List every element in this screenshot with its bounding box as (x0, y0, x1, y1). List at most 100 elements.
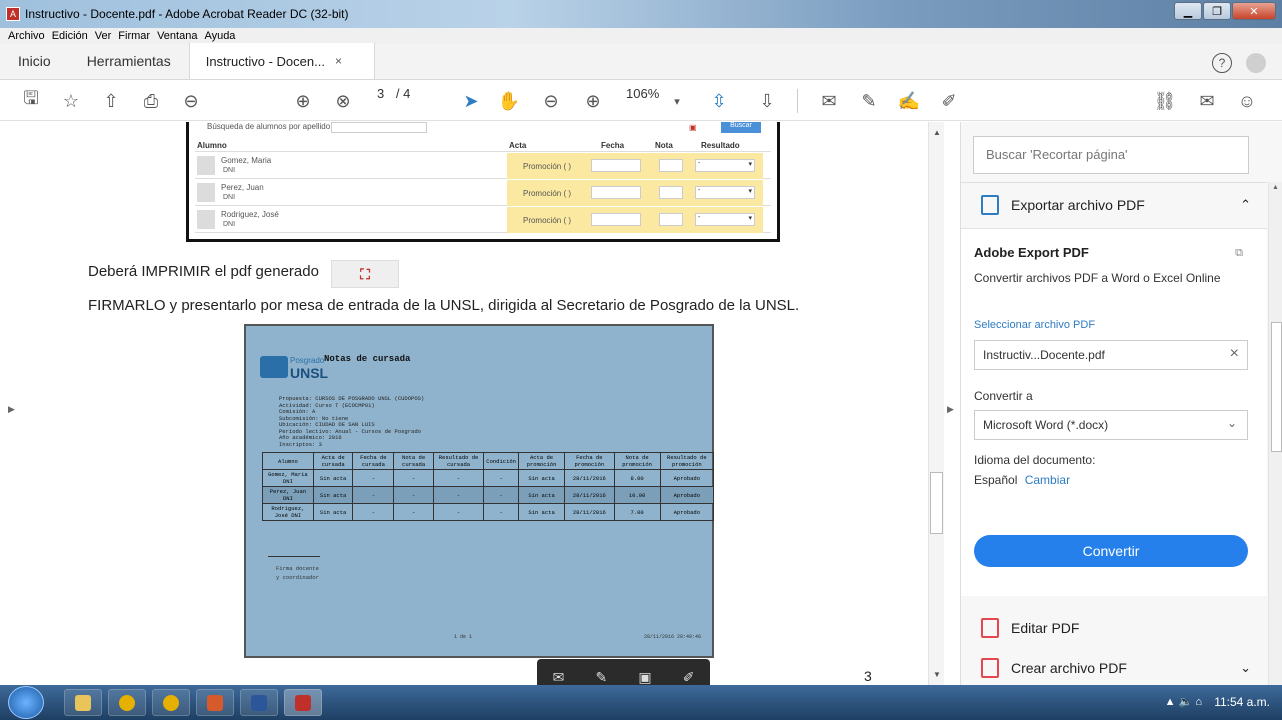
selected-file-name: Instructiv...Docente.pdf (983, 348, 1105, 362)
student-dni: DNI (223, 167, 236, 174)
fit-page-icon[interactable]: ⇳ (704, 89, 734, 113)
hand-tool-icon[interactable]: ✋ (498, 89, 520, 113)
avatar[interactable] (1246, 53, 1266, 73)
menu-bar: Archivo Edición Ver Firmar Ventana Ayuda (0, 28, 1282, 44)
clear-file-icon[interactable]: × (1230, 345, 1239, 363)
chevron-down-icon[interactable]: ⌄ (1240, 660, 1251, 676)
zoom-out-icon[interactable]: ⊖ (540, 89, 562, 113)
tab-document[interactable]: Instructivo - Docen... × (188, 43, 375, 79)
scroll-mode-icon[interactable]: ⇩ (756, 89, 778, 113)
document-scrollbar[interactable]: ▲ ▼ (928, 122, 944, 685)
pencil-icon[interactable]: ✎ (595, 669, 607, 686)
taskbar-acrobat[interactable] (284, 689, 322, 716)
taskbar-chrome-2[interactable] (152, 689, 190, 716)
report-th: Acta de cursada (312, 452, 354, 470)
convert-to-select[interactable]: Microsoft Word (*.docx) ⌄ (974, 410, 1248, 440)
comment-icon[interactable]: ✉ (553, 669, 565, 686)
change-language-link[interactable]: Cambiar (1025, 473, 1070, 487)
print-icon[interactable]: ⎙ (140, 89, 162, 113)
fill-sign-icon[interactable]: ✐ (938, 89, 960, 113)
menu-ayuda[interactable]: Ayuda (204, 30, 235, 42)
close-window-button[interactable]: ✕ (1232, 2, 1276, 20)
start-button[interactable] (8, 686, 44, 719)
edit-pdf-tool[interactable]: Editar PDF (961, 608, 1267, 648)
help-icon[interactable]: ? (1212, 53, 1232, 73)
acrobat-icon (295, 694, 311, 711)
nota-cell (649, 153, 691, 179)
system-tray-icons[interactable]: ▲ 🔈 ⌂ (1165, 695, 1202, 708)
report-td: Rodriguez, José DNI (262, 503, 314, 521)
tools-search-input[interactable]: Buscar 'Recortar página' (973, 136, 1249, 174)
page-current-input[interactable]: 3 (377, 86, 384, 101)
report-page-label: 1 de 1 (454, 634, 473, 640)
page-down-icon[interactable]: ⊗ (332, 89, 354, 113)
comment-icon[interactable]: ✉ (818, 89, 840, 113)
grade-search-box (331, 122, 427, 133)
scroll-down-icon[interactable]: ▼ (933, 670, 941, 679)
table-row: Gomez, Maria DNI Sin acta - - - - Sin acta 28/1… (262, 469, 715, 487)
select-cursor-icon[interactable]: ➤ (460, 89, 482, 113)
taskbar-clock[interactable]: 11:54 a.m. (1214, 695, 1270, 709)
report-td: Aprobado (659, 469, 715, 487)
info-line: Inscriptos: 3 (279, 440, 322, 448)
add-user-icon[interactable]: ☺ (1236, 89, 1258, 113)
highlight-pen-icon[interactable]: ✎ (858, 89, 880, 113)
bookmark-star-icon[interactable]: ☆ (60, 89, 82, 113)
menu-ver[interactable]: Ver (95, 30, 112, 42)
chevron-up-icon[interactable]: ⌃ (1240, 197, 1251, 213)
scroll-thumb[interactable] (930, 472, 943, 534)
menu-edicion[interactable]: Edición (52, 30, 88, 42)
zoom-dropdown-icon[interactable]: ▾ (670, 89, 684, 113)
fill-sign-icon[interactable]: ✐ (683, 669, 695, 686)
tab-tools[interactable]: Herramientas (69, 43, 189, 79)
minimize-button[interactable]: ▁ (1174, 2, 1202, 20)
upload-icon[interactable]: ⇧ (100, 89, 122, 113)
stamp-icon[interactable]: ▣ (638, 669, 651, 686)
word-icon (251, 694, 267, 711)
scroll-thumb[interactable] (1271, 322, 1282, 452)
page-up-icon[interactable]: ⊕ (292, 89, 314, 113)
email-icon[interactable]: ✉ (1196, 89, 1218, 113)
page-indicator[interactable]: 3 / 4 (377, 86, 410, 101)
maximize-button[interactable]: ❐ (1203, 2, 1231, 20)
logo-top: Posgrado (290, 356, 325, 365)
tools-pane-scrollbar[interactable]: ▲ (1268, 182, 1282, 685)
create-pdf-tool[interactable]: Crear archivo PDF ⌄ (961, 648, 1267, 688)
taskbar-app[interactable] (196, 689, 234, 716)
fecha-cell (587, 153, 649, 179)
app-icon (207, 694, 223, 711)
export-info-icon[interactable]: ⧉ (1235, 247, 1243, 260)
menu-archivo[interactable]: Archivo (8, 30, 45, 42)
col-fecha: Fecha (601, 141, 625, 150)
link-share-icon[interactable]: ⛓ (1154, 89, 1177, 113)
sign-icon[interactable]: ✍ (898, 89, 920, 113)
menu-ventana[interactable]: Ventana (157, 30, 197, 42)
report-td: - (432, 503, 485, 521)
scroll-up-icon[interactable]: ▲ (933, 128, 941, 137)
collapse-right-pane-icon[interactable]: ▶ (947, 404, 954, 415)
tab-close-icon[interactable]: × (335, 54, 342, 68)
chrome-icon (163, 694, 179, 711)
floating-comment-toolbar: ✉ ✎ ▣ ✐ (537, 659, 710, 685)
report-th: Nota de promoción (613, 452, 661, 470)
save-icon[interactable]: 🖫 (20, 88, 42, 113)
document-viewport[interactable]: ▶ Búsqueda de alumnos por apellido ▣ Bus… (0, 122, 944, 685)
taskbar-chrome[interactable] (108, 689, 146, 716)
taskbar-explorer[interactable] (64, 689, 102, 716)
convert-button[interactable]: Convertir (974, 535, 1248, 567)
zoom-level[interactable]: 106% (626, 86, 659, 101)
scroll-up-icon[interactable]: ▲ (1272, 184, 1279, 191)
student-name: Rodriguez, José (221, 210, 279, 219)
convert-to-value: Microsoft Word (*.docx) (983, 418, 1109, 432)
expand-left-pane-icon[interactable]: ▶ (8, 404, 15, 415)
zoom-in-icon[interactable]: ⊕ (582, 89, 604, 113)
chevron-down-icon: ⌄ (1226, 416, 1237, 430)
zoom-search-icon[interactable]: ⊖ (180, 89, 202, 113)
tab-home[interactable]: Inicio (0, 43, 69, 79)
menu-firmar[interactable]: Firmar (118, 30, 150, 42)
export-pdf-header[interactable]: Exportar archivo PDF ⌃ (961, 182, 1267, 226)
selected-file-field[interactable]: Instructiv...Docente.pdf × (974, 340, 1248, 370)
taskbar-word[interactable] (240, 689, 278, 716)
report-td: - (432, 486, 485, 504)
report-td: Sin acta (312, 486, 354, 504)
